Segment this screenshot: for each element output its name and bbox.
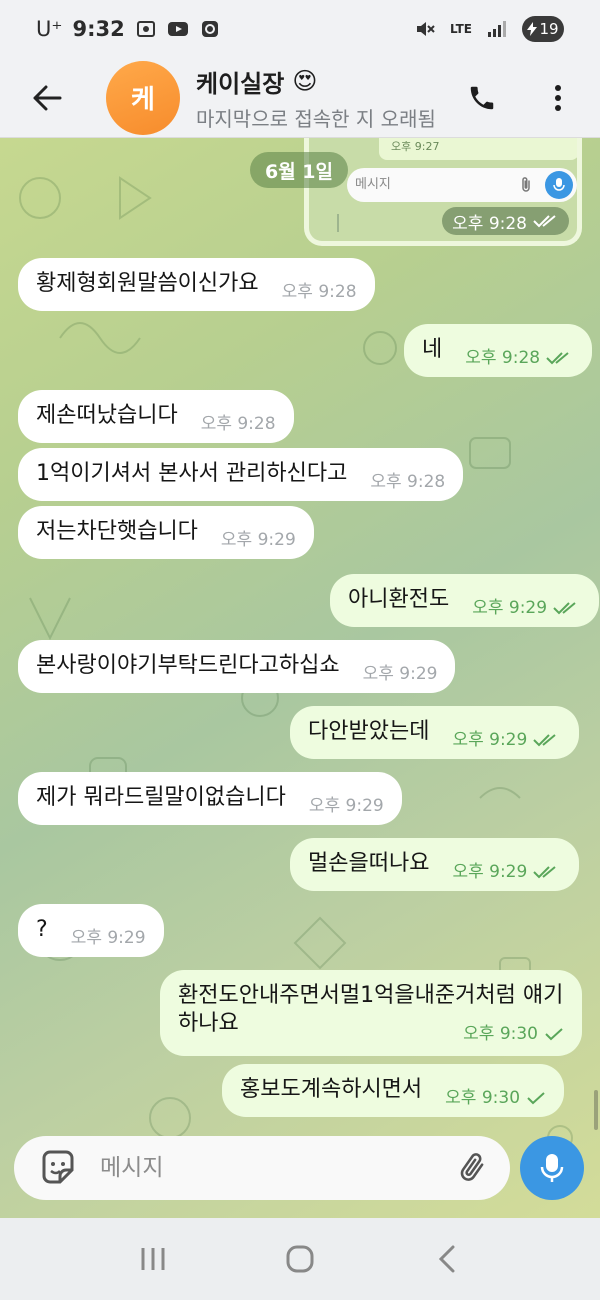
microphone-icon	[540, 1154, 564, 1182]
message-time: 오후 9:30	[445, 1088, 521, 1108]
message-time: 오후 9:28	[200, 414, 276, 434]
message-time: 오후 9:29	[452, 862, 528, 882]
image-inner-time: 오후 9:27	[391, 140, 440, 153]
message-text: 황제형회원말씀이신가요	[36, 271, 259, 296]
app-notification-icon	[199, 18, 221, 40]
avatar-initial: 케	[131, 85, 155, 115]
status-bar: U⁺ 9:32 LTE 19	[0, 0, 600, 58]
paperclip-icon	[460, 1153, 484, 1181]
chevron-left-icon	[438, 1245, 455, 1273]
sticker-icon	[42, 1150, 74, 1184]
chat-area[interactable]: 오후 9:27 메시지 오후 9:28 6월 1일 황제형회원말씀이신가요 오후…	[0, 138, 600, 1218]
message-time: 오후 9:29	[452, 730, 528, 750]
battery-indicator: 19	[522, 16, 564, 42]
scrollbar[interactable]	[594, 1090, 598, 1130]
message-text: 제손떠났습니다	[36, 403, 178, 428]
signal-icon	[486, 18, 508, 40]
message-outgoing[interactable]: 멀손을떠나요 오후 9:29	[290, 838, 580, 891]
home-button[interactable]	[265, 1229, 335, 1289]
message-time: 오후 9:28	[370, 472, 446, 492]
phone-icon	[470, 86, 494, 110]
mute-icon	[414, 18, 436, 40]
chat-info[interactable]: 케이실장 😍 마지막으로 접속한 지 오래됨	[196, 64, 446, 132]
message-time: 오후 9:28	[281, 282, 357, 302]
message-text: 저는차단햇습니다	[36, 519, 198, 544]
message-incoming[interactable]: 황제형회원말씀이신가요 오후 9:28	[18, 258, 375, 311]
heart-eyes-emoji: 😍	[292, 67, 318, 95]
message-text: 아니환전도	[348, 587, 450, 612]
double-check-icon	[546, 352, 569, 365]
message-input[interactable]	[100, 1155, 430, 1181]
attach-button[interactable]	[450, 1146, 494, 1190]
message-text: 본사랑이야기부탁드린다고하십쇼	[36, 653, 340, 678]
date-label: 6월 1일	[264, 160, 333, 183]
youtube-icon	[167, 18, 189, 40]
screenshot-icon	[135, 18, 157, 40]
message-incoming[interactable]: 제가 뭐라드릴말이없습니다 오후 9:29	[18, 772, 402, 825]
last-seen-status: 마지막으로 접속한 지 오래됨	[196, 106, 436, 131]
image-message[interactable]: 오후 9:27 메시지 오후 9:28	[304, 138, 582, 246]
message-incoming[interactable]: 1억이기셔서 본사서 관리하신다고 오후 9:28	[18, 448, 464, 501]
back-nav-button[interactable]	[412, 1229, 482, 1289]
message-outgoing[interactable]: 홍보도계속하시면서 오후 9:30	[222, 1064, 565, 1117]
message-outgoing[interactable]: 네 오후 9:28	[404, 324, 593, 377]
chat-header: 케 케이실장 😍 마지막으로 접속한 지 오래됨	[0, 58, 600, 138]
message-time: 오후 9:29	[308, 796, 384, 816]
recent-apps-icon	[141, 1248, 165, 1270]
chat-title: 케이실장	[196, 69, 285, 98]
carrier-label: U⁺	[36, 17, 63, 41]
message-incoming[interactable]: 본사랑이야기부탁드린다고하십쇼 오후 9:29	[18, 640, 456, 693]
message-text: 제가 뭐라드릴말이없습니다	[36, 785, 286, 810]
battery-level: 19	[539, 20, 559, 38]
message-text: 네	[422, 337, 443, 362]
back-arrow-icon	[33, 85, 62, 110]
more-options-button[interactable]	[532, 72, 584, 124]
mic-icon	[545, 171, 573, 199]
double-check-icon	[553, 602, 576, 615]
message-time: 오후 9:28	[465, 348, 541, 368]
message-incoming[interactable]: ? 오후 9:29	[18, 904, 164, 957]
image-inner-placeholder: 메시지	[355, 177, 391, 192]
system-navigation-bar	[0, 1218, 600, 1300]
single-check-icon	[527, 1092, 545, 1105]
message-outgoing[interactable]: 다안받았는데 오후 9:29	[290, 706, 580, 759]
call-button[interactable]	[456, 72, 508, 124]
message-outgoing[interactable]: 아니환전도 오후 9:29	[330, 574, 600, 627]
voice-record-button[interactable]	[520, 1136, 584, 1200]
back-button[interactable]	[12, 63, 82, 133]
home-icon	[286, 1245, 314, 1273]
message-text: 멀손을떠나요	[308, 851, 430, 876]
message-time: 오후 9:29	[70, 928, 146, 948]
sticker-button[interactable]	[28, 1138, 88, 1198]
message-text: 1억이기셔서 본사서 관리하신다고	[36, 461, 348, 486]
kebab-menu-icon	[555, 85, 561, 111]
message-time: 오후 9:30	[463, 1024, 538, 1044]
message-composer	[14, 1136, 510, 1200]
image-inner-bubble: 오후 9:27	[379, 138, 577, 160]
message-text: ?	[36, 917, 48, 942]
image-timestamp: 오후 9:28	[442, 207, 569, 235]
message-time: 오후 9:29	[220, 530, 296, 550]
message-incoming[interactable]: 저는차단햇습니다 오후 9:29	[18, 506, 314, 559]
message-outgoing[interactable]: 환전도안내주면서멀1억을내준거처럼 얘기하나요 오후 9:30	[160, 970, 582, 1056]
message-time: 오후 9:29	[472, 598, 548, 618]
recent-apps-button[interactable]	[118, 1229, 188, 1289]
message-text: 다안받았는데	[308, 719, 430, 744]
image-inner-input: 메시지	[347, 168, 577, 202]
image-divider	[337, 214, 339, 232]
single-check-icon	[545, 1028, 563, 1041]
double-check-icon	[533, 866, 556, 879]
double-check-icon	[533, 734, 556, 747]
image-time: 오후 9:28	[452, 213, 527, 234]
message-text: 홍보도계속하시면서	[240, 1077, 423, 1102]
message-incoming[interactable]: 제손떠났습니다 오후 9:28	[18, 390, 294, 443]
double-check-icon	[533, 215, 556, 228]
message-time: 오후 9:29	[362, 664, 438, 684]
paperclip-icon	[517, 175, 535, 209]
clock: 9:32	[72, 17, 125, 41]
avatar[interactable]: 케	[106, 60, 180, 135]
network-label: LTE	[449, 22, 472, 36]
date-separator: 6월 1일	[250, 152, 348, 188]
charging-icon	[527, 22, 538, 36]
